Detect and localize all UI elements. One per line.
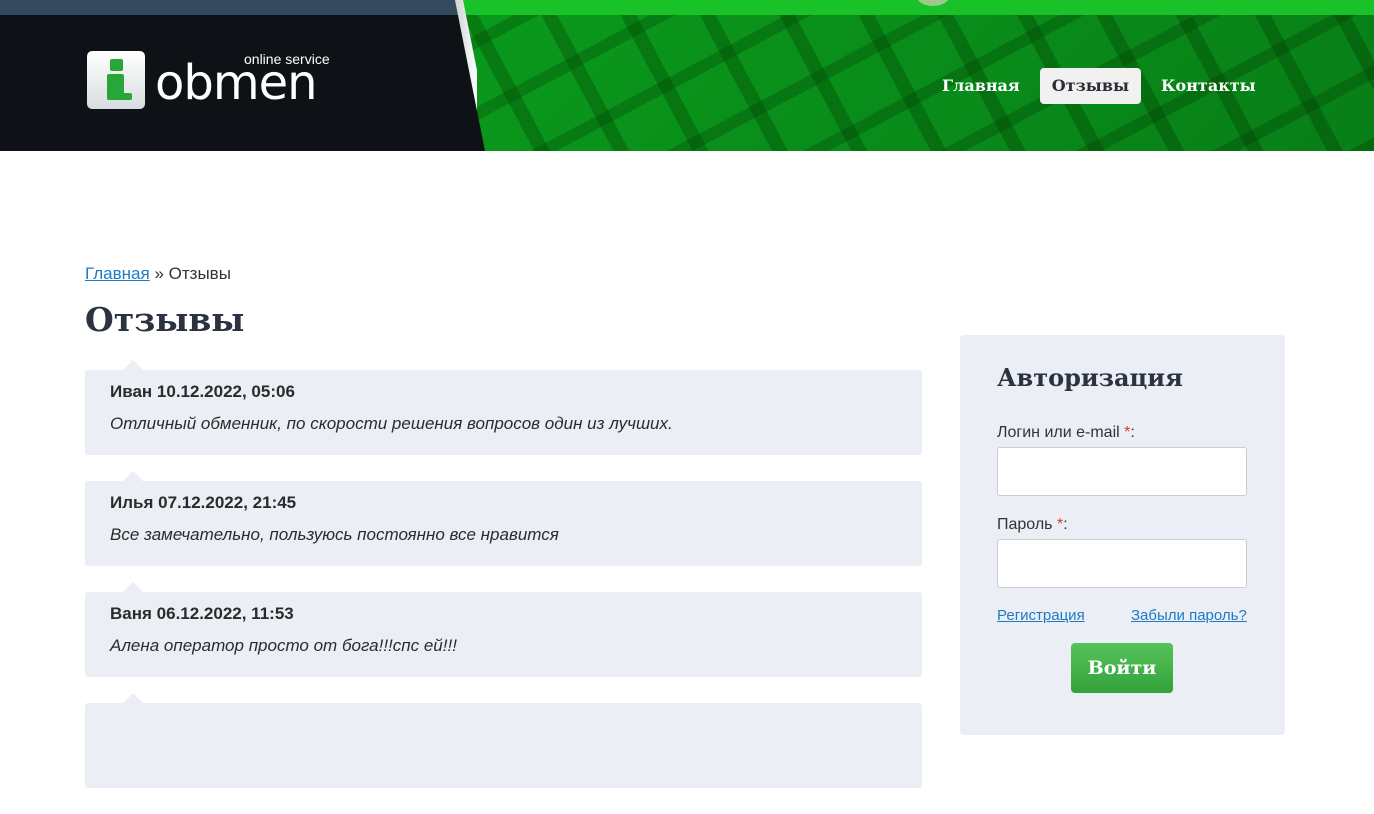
review-author: Иван [110,382,153,401]
breadcrumb-current: Отзывы [168,264,231,283]
auth-title: Авторизация [997,363,1183,392]
page-title: Отзывы [85,300,245,339]
breadcrumb-separator: » [154,264,164,283]
main-nav: Главная Отзывы Контакты [930,68,1276,104]
logo-i-icon [110,59,123,71]
review-author: Ваня [110,604,152,623]
review-header: Илья 07.12.2022, 21:45 [110,493,897,513]
reviews-list: Иван 10.12.2022, 05:06 Отличный обменник… [85,360,922,814]
password-input[interactable] [997,539,1247,588]
header-top-strip [0,0,470,15]
review-text: Алена оператор просто от бога!!!спс ей!!… [110,636,457,655]
review-text: Отличный обменник, по скорости решения в… [110,414,673,433]
logo-i-foot [107,93,132,100]
site-header: obmen online service Главная Отзывы Конт… [0,0,1374,151]
review-datetime: 07.12.2022, 21:45 [158,493,297,512]
breadcrumb-home-link[interactable]: Главная [85,264,150,283]
review-author: Илья [110,493,154,512]
header-banner-band [455,0,1374,15]
nav-item-home[interactable]: Главная [930,68,1032,104]
review-header: Иван 10.12.2022, 05:06 [110,382,897,402]
review-item: Иван 10.12.2022, 05:06 Отличный обменник… [85,360,922,455]
login-label-text: Логин или e-mail [997,424,1120,441]
nav-item-reviews[interactable]: Отзывы [1039,68,1141,104]
review-item: Илья 07.12.2022, 21:45 Все замечательно,… [85,471,922,566]
password-label-text: Пароль [997,516,1053,533]
login-button[interactable]: Войти [1071,643,1173,693]
forgot-password-link[interactable]: Забыли пароль? [1131,607,1247,624]
password-label: Пароль *: [997,516,1068,534]
login-label: Логин или e-mail *: [997,424,1135,442]
review-datetime: 06.12.2022, 11:53 [156,604,294,623]
logo-tagline: online service [244,51,330,67]
auth-panel: Авторизация Логин или e-mail *: Пароль *… [960,335,1285,735]
review-item: Ваня 06.12.2022, 11:53 Алена оператор пр… [85,582,922,677]
review-datetime: 10.12.2022, 05:06 [156,382,295,401]
login-input[interactable] [997,447,1247,496]
register-link[interactable]: Регистрация [997,607,1085,624]
label-colon: : [1130,424,1135,441]
review-text: Все замечательно, пользуюсь постоянно вс… [110,525,559,544]
logo-badge [87,51,145,109]
review-header: Ваня 06.12.2022, 11:53 [110,604,897,624]
label-colon: : [1063,516,1068,533]
breadcrumb: Главная » Отзывы [85,264,231,284]
nav-item-contacts[interactable]: Контакты [1149,68,1268,104]
review-item-partial [85,693,922,788]
